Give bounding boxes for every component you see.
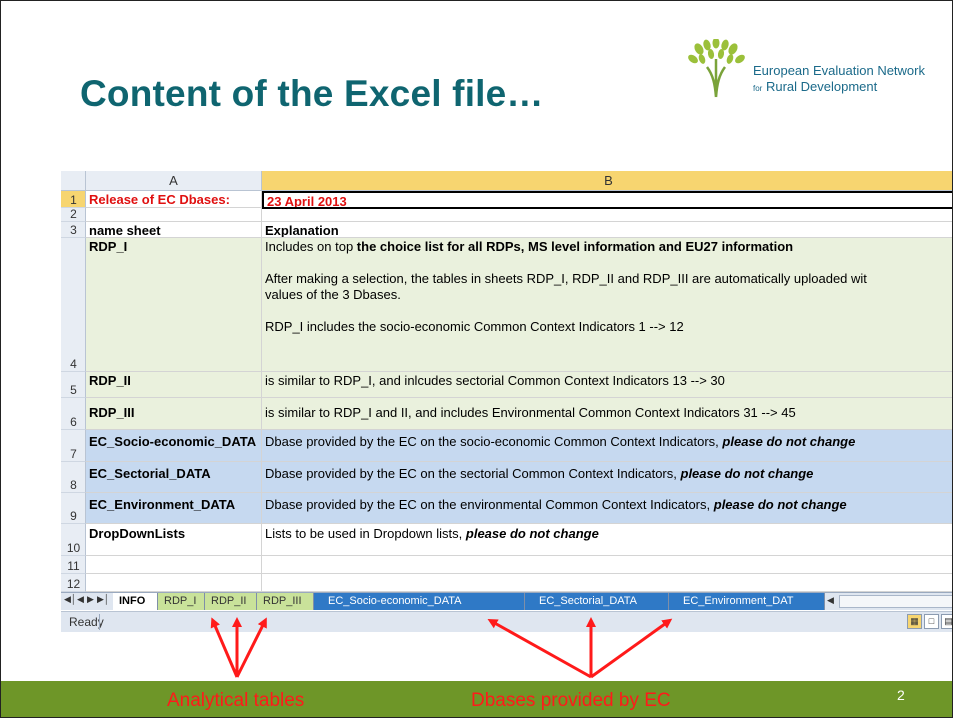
arrow-ec-environment bbox=[590, 618, 673, 679]
arrow-rdp-i bbox=[210, 617, 239, 678]
annotation-arrows bbox=[210, 617, 673, 679]
footer-label-analytical: Analytical tables bbox=[167, 690, 305, 711]
arrow-ec-socio bbox=[487, 619, 592, 679]
slide: Content of the Excel file… European Eval… bbox=[0, 0, 953, 718]
arrow-rdp-iii bbox=[235, 617, 267, 678]
footer-label-dbases: Dbases provided by EC bbox=[471, 690, 671, 711]
page-number: 2 bbox=[897, 687, 905, 703]
